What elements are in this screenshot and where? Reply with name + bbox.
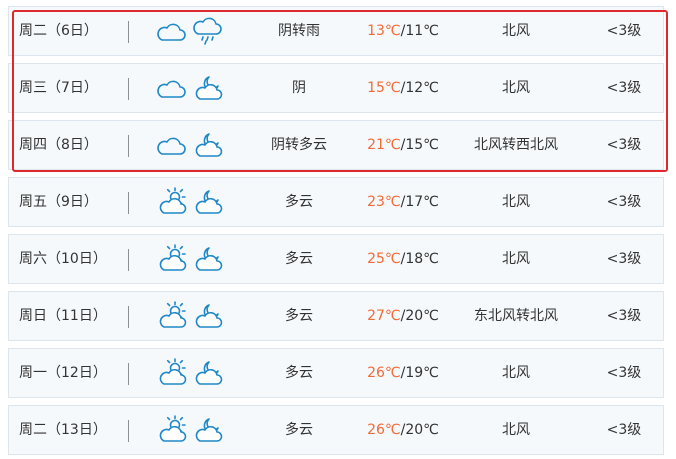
column-divider: [128, 78, 129, 100]
weather-description: 多云: [285, 365, 313, 381]
wind-level: <3级: [606, 308, 642, 324]
partly-cloudy-night-icon: [191, 414, 223, 446]
weather-description: 多云: [285, 308, 313, 324]
forecast-row[interactable]: 周三（7日） 阴 15℃/12℃ 北风 <3级: [8, 63, 664, 113]
wind-level: <3级: [606, 365, 642, 381]
weather-icons: [155, 357, 225, 389]
forecast-row[interactable]: 周一（12日） 多云 26℃/19℃ 北风 <3级: [8, 348, 664, 398]
wind-direction: 北风: [502, 23, 530, 39]
column-divider: [128, 192, 129, 214]
forecast-row[interactable]: 周日（11日） 多云 27℃/20℃ 东北风转北风 <3级: [8, 291, 664, 341]
partly-cloudy-night-icon: [191, 300, 223, 332]
partly-cloudy-day-icon: [155, 186, 187, 218]
forecast-date: 周二（6日）: [19, 23, 98, 39]
high-temperature: 26℃: [367, 422, 401, 438]
wind-direction: 北风: [502, 251, 530, 267]
forecast-date: 周四（8日）: [19, 137, 98, 153]
high-temperature: 27℃: [367, 308, 401, 324]
high-temperature: 26℃: [367, 365, 401, 381]
column-divider: [128, 249, 129, 271]
low-temperature: /12℃: [400, 80, 439, 96]
wind-level: <3级: [606, 194, 642, 210]
wind-direction: 北风: [502, 365, 530, 381]
column-divider: [128, 135, 129, 157]
low-temperature: /18℃: [400, 251, 439, 267]
temperature: 26℃/20℃: [349, 406, 457, 454]
forecast-date: 周五（9日）: [19, 194, 98, 210]
weather-icons: [155, 15, 225, 47]
partly-cloudy-day-icon: [155, 414, 187, 446]
wind-direction: 东北风转北风: [474, 308, 558, 324]
weather-description: 多云: [285, 422, 313, 438]
partly-cloudy-night-icon: [191, 186, 223, 218]
low-temperature: /20℃: [400, 422, 439, 438]
low-temperature: /19℃: [400, 365, 439, 381]
low-temperature: /11℃: [400, 23, 439, 39]
partly-cloudy-night-icon: [191, 357, 223, 389]
low-temperature: /20℃: [400, 308, 439, 324]
high-temperature: 13℃: [367, 23, 401, 39]
cloudy-icon: [155, 129, 187, 161]
temperature: 21℃/15℃: [349, 121, 457, 169]
partly-cloudy-day-icon: [155, 243, 187, 275]
weather-description: 多云: [285, 194, 313, 210]
weather-description: 阴: [292, 80, 306, 96]
low-temperature: /15℃: [400, 137, 439, 153]
weather-description: 多云: [285, 251, 313, 267]
temperature: 26℃/19℃: [349, 349, 457, 397]
wind-level: <3级: [606, 422, 642, 438]
high-temperature: 25℃: [367, 251, 401, 267]
column-divider: [128, 420, 129, 442]
wind-level: <3级: [606, 80, 642, 96]
forecast-date: 周三（7日）: [19, 80, 98, 96]
high-temperature: 23℃: [367, 194, 401, 210]
forecast-date: 周日（11日）: [19, 308, 107, 324]
rain-icon: [191, 15, 223, 47]
temperature: 23℃/17℃: [349, 178, 457, 226]
cloudy-icon: [155, 15, 187, 47]
column-divider: [128, 306, 129, 328]
temperature: 13℃/11℃: [349, 7, 457, 55]
high-temperature: 15℃: [367, 80, 401, 96]
forecast-row[interactable]: 周四（8日） 阴转多云 21℃/15℃ 北风转西北风 <3级: [8, 120, 664, 170]
low-temperature: /17℃: [400, 194, 439, 210]
weather-icons: [155, 300, 225, 332]
forecast-row[interactable]: 周二（6日） 阴转雨 13℃/11℃ 北风 <3级: [8, 6, 664, 56]
wind-direction: 北风转西北风: [474, 137, 558, 153]
cloudy-icon: [155, 72, 187, 104]
weather-description: 阴转多云: [271, 137, 327, 153]
wind-direction: 北风: [502, 422, 530, 438]
weather-description: 阴转雨: [278, 23, 320, 39]
weather-icons: [155, 186, 225, 218]
forecast-date: 周六（10日）: [19, 251, 107, 267]
temperature: 25℃/18℃: [349, 235, 457, 283]
column-divider: [128, 21, 129, 43]
forecast-date: 周一（12日）: [19, 365, 107, 381]
high-temperature: 21℃: [367, 137, 401, 153]
forecast-row[interactable]: 周二（13日） 多云 26℃/20℃ 北风 <3级: [8, 405, 664, 455]
wind-direction: 北风: [502, 80, 530, 96]
forecast-date: 周二（13日）: [19, 422, 107, 438]
partly-cloudy-day-icon: [155, 300, 187, 332]
weather-icons: [155, 129, 225, 161]
partly-cloudy-night-icon: [191, 129, 223, 161]
weather-icons: [155, 243, 225, 275]
temperature: 15℃/12℃: [349, 64, 457, 112]
weather-icons: [155, 72, 225, 104]
temperature: 27℃/20℃: [349, 292, 457, 340]
wind-level: <3级: [606, 23, 642, 39]
wind-direction: 北风: [502, 194, 530, 210]
forecast-row[interactable]: 周五（9日） 多云 23℃/17℃ 北风 <3级: [8, 177, 664, 227]
partly-cloudy-night-icon: [191, 243, 223, 275]
forecast-row[interactable]: 周六（10日） 多云 25℃/18℃ 北风 <3级: [8, 234, 664, 284]
column-divider: [128, 363, 129, 385]
weather-icons: [155, 414, 225, 446]
wind-level: <3级: [606, 251, 642, 267]
wind-level: <3级: [606, 137, 642, 153]
partly-cloudy-day-icon: [155, 357, 187, 389]
partly-cloudy-night-icon: [191, 72, 223, 104]
